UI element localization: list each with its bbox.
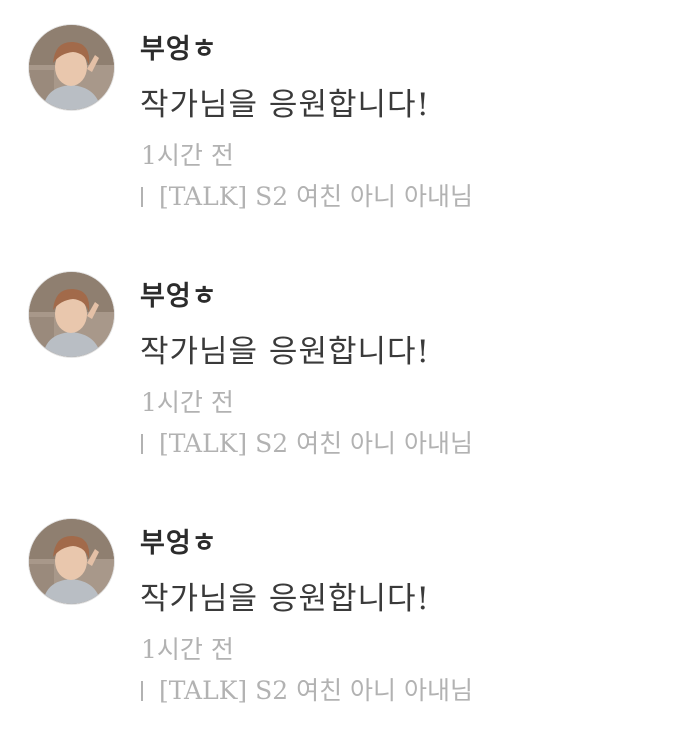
comment-author[interactable]: 부엉ㅎ	[140, 27, 218, 66]
user-avatar[interactable]	[29, 519, 114, 604]
comment-item: 부엉ㅎ 작가님을 응원합니다! 1시간 전 [TALK] S2 여친 아니 아내…	[0, 0, 678, 220]
comment-post-link[interactable]: [TALK] S2 여친 아니 아내님	[141, 671, 473, 707]
comment-timestamp: 1시간 전	[141, 635, 234, 664]
post-title: [TALK] S2 여친 아니 아내님	[159, 182, 473, 211]
avatar-photo-icon	[29, 25, 114, 110]
comment-timestamp: 1시간 전	[141, 388, 234, 417]
comment-timestamp: 1시간 전	[141, 141, 234, 170]
comment-message: 작가님을 응원합니다!	[140, 334, 430, 370]
divider-bar	[141, 434, 143, 454]
comment-item: 부엉ㅎ 작가님을 응원합니다! 1시간 전 [TALK] S2 여친 아니 아내…	[0, 247, 678, 467]
user-avatar[interactable]	[29, 272, 114, 357]
avatar-photo-icon	[29, 272, 114, 357]
divider-bar	[141, 187, 143, 207]
comment-item: 부엉ㅎ 작가님을 응원합니다! 1시간 전 [TALK] S2 여친 아니 아내…	[0, 494, 678, 714]
comment-author[interactable]: 부엉ㅎ	[140, 274, 218, 313]
comment-message: 작가님을 응원합니다!	[140, 581, 430, 617]
user-avatar[interactable]	[29, 25, 114, 110]
divider-bar	[141, 681, 143, 701]
post-title: [TALK] S2 여친 아니 아내님	[159, 676, 473, 705]
comment-author[interactable]: 부엉ㅎ	[140, 521, 218, 560]
comment-message: 작가님을 응원합니다!	[140, 87, 430, 123]
comment-post-link[interactable]: [TALK] S2 여친 아니 아내님	[141, 177, 473, 213]
avatar-photo-icon	[29, 519, 114, 604]
comment-post-link[interactable]: [TALK] S2 여친 아니 아내님	[141, 424, 473, 460]
post-title: [TALK] S2 여친 아니 아내님	[159, 429, 473, 458]
